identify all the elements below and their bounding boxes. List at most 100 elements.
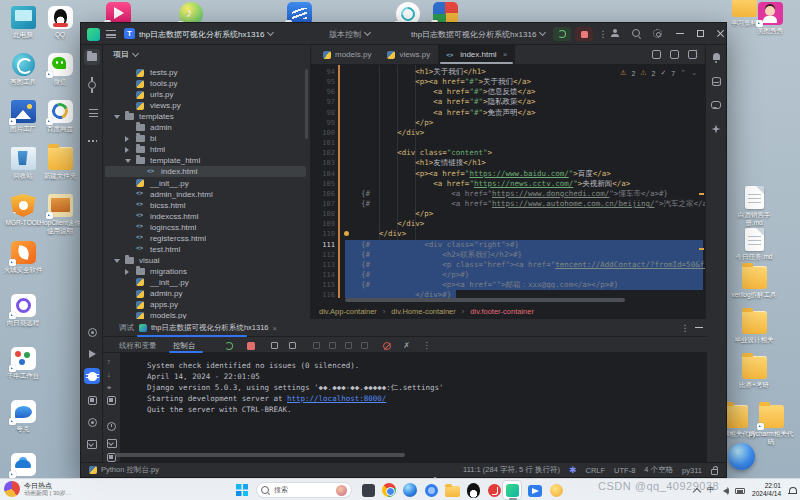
view-breakpoints-icon[interactable] xyxy=(287,340,298,351)
tree-item[interactable]: template_html xyxy=(103,155,310,166)
structure-tool-icon[interactable] xyxy=(84,105,100,121)
evaluate-icon[interactable]: ✗ xyxy=(401,340,412,351)
console-output[interactable]: System check identified no issues (0 sil… xyxy=(121,353,707,464)
desktop-icon[interactable]: QQ xyxy=(37,6,83,39)
tree-item[interactable]: bi xyxy=(103,133,310,144)
desktop-icon[interactable]: HopClient迷你 使用说明 xyxy=(37,194,83,235)
vcs-menu[interactable]: 版本控制 xyxy=(329,23,370,45)
edge-browser-ball[interactable] xyxy=(728,443,755,470)
tree-item[interactable]: <>admin_index.html xyxy=(103,189,310,200)
tree-item[interactable]: apps.py xyxy=(103,299,310,310)
database-tool-icon[interactable] xyxy=(708,73,724,89)
file-explorer-icon[interactable] xyxy=(444,482,460,498)
editor-hscrollbar[interactable] xyxy=(345,298,625,302)
project-tool-icon[interactable] xyxy=(84,49,100,65)
step-icon[interactable] xyxy=(269,340,280,351)
debug-tool-icon[interactable] xyxy=(84,368,100,384)
debug-panel-title[interactable]: 调试 xyxy=(119,323,134,333)
code-area[interactable]: 94 <h1>关于我们</h1>95 <p><a href="#">关于我们</… xyxy=(311,65,707,298)
tab-views.py[interactable]: views.py xyxy=(379,45,438,64)
tree-item[interactable]: visual xyxy=(103,255,310,266)
notifications-bell-icon[interactable] xyxy=(708,49,724,65)
rerun-debug-button[interactable] xyxy=(553,27,571,41)
taskbar-search[interactable]: 搜索 xyxy=(256,482,352,498)
search-icon[interactable] xyxy=(630,28,642,40)
plugins-tool-icon[interactable] xyxy=(708,121,724,137)
desktop-icon[interactable]: 百度网盘 xyxy=(37,100,83,133)
console-hscrollbar[interactable] xyxy=(115,453,405,457)
status-icon[interactable]: ✱ xyxy=(569,465,577,475)
tree-item[interactable]: views.py xyxy=(103,100,310,111)
meeting-app-icon[interactable] xyxy=(527,482,543,498)
down-stack-icon[interactable]: ↓ xyxy=(107,370,117,380)
profiler-tool-icon[interactable] xyxy=(84,414,100,430)
mute-breakpoints-icon[interactable] xyxy=(381,340,392,351)
up-stack-icon[interactable]: ↑ xyxy=(107,357,117,367)
qq-icon[interactable] xyxy=(465,482,481,498)
desktop-icon[interactable]: 比赛+考研 xyxy=(731,356,777,389)
tree-item[interactable]: html xyxy=(103,144,310,155)
interpreter[interactable]: py311 xyxy=(682,466,702,475)
refresh-tool-icon[interactable] xyxy=(84,324,100,340)
rerun-icon[interactable] xyxy=(223,340,234,351)
commit-tool-icon[interactable] xyxy=(84,77,100,93)
battery-icon[interactable] xyxy=(735,488,745,494)
tab-console[interactable]: 控制台 xyxy=(173,341,196,351)
lock-icon[interactable] xyxy=(711,466,718,475)
desktop-icon[interactable]: 夸克 xyxy=(0,400,46,433)
tree-scrollbar[interactable] xyxy=(305,69,308,139)
breadcrumb-item[interactable]: div.Home-container xyxy=(391,307,455,316)
tree-item[interactable]: <>index.html xyxy=(103,166,310,177)
volume-icon[interactable] xyxy=(723,488,728,494)
tabbar-menu-icon[interactable]: ⋮ xyxy=(692,48,701,58)
app-yellow-icon[interactable] xyxy=(548,482,564,498)
project-panel-header[interactable]: 项目 xyxy=(113,49,138,60)
indent-style[interactable]: 4 个空格 xyxy=(644,465,673,475)
softwrap-icon[interactable] xyxy=(107,439,117,449)
close-button[interactable] xyxy=(714,28,726,40)
line-separator[interactable]: CRLF xyxy=(586,466,606,475)
run-tool-icon[interactable] xyxy=(84,346,100,362)
tree-item[interactable]: __init__.py xyxy=(103,178,310,189)
taskbar-clock[interactable]: 22:012024/4/14 xyxy=(752,482,781,498)
desktop-icon[interactable]: 微信 xyxy=(37,53,83,86)
desktop-icon[interactable]: 新建文件夹 xyxy=(37,147,83,180)
tree-item[interactable]: urls.py xyxy=(103,89,310,100)
user-icon[interactable] xyxy=(609,28,621,40)
settings-gear-icon[interactable] xyxy=(651,28,663,40)
taskbar-hotspot-widget[interactable]: 今日热点动画新闻 | 30岁… xyxy=(4,481,72,497)
encoding[interactable]: UTF-8 xyxy=(614,466,635,475)
intention-bulb-icon[interactable] xyxy=(344,231,349,236)
desktop-icon[interactable]: 火绒安全软件 xyxy=(0,241,46,274)
minimize-button[interactable] xyxy=(674,28,686,40)
desktop-icon[interactable]: 千牛工作台 xyxy=(0,347,46,380)
tree-item[interactable]: <>bicss.html xyxy=(103,200,310,211)
toolbar-more-icon[interactable]: ⋮ xyxy=(421,340,432,351)
tree-item[interactable]: __init__.py xyxy=(103,277,310,288)
inspections-widget[interactable]: ⚠2 ⚠2 ✓7 ⌃⌄ xyxy=(620,69,697,77)
app-blue-icon[interactable] xyxy=(423,482,439,498)
desktop-icon[interactable]: 今日任务.md xyxy=(731,228,777,261)
tree-item[interactable]: admin.py xyxy=(103,288,310,299)
services-tool-icon[interactable] xyxy=(84,392,100,408)
stop-icon[interactable] xyxy=(245,340,256,351)
tree-item[interactable]: tools.py xyxy=(103,78,310,89)
tab-index.html[interactable]: <>index.html× xyxy=(438,45,515,64)
terminal-tool-icon[interactable] xyxy=(84,436,100,452)
stop-button[interactable] xyxy=(575,27,593,41)
more-tools-icon[interactable] xyxy=(84,133,100,149)
notification-bell-icon[interactable] xyxy=(788,486,796,495)
taskview-icon[interactable] xyxy=(360,482,376,498)
start-button[interactable] xyxy=(234,482,250,498)
ai-assistant-icon[interactable] xyxy=(708,97,724,113)
edge-icon[interactable] xyxy=(402,482,418,498)
breadcrumb-item[interactable]: div.footer-container xyxy=(470,307,534,316)
project-title[interactable]: thp日志数据可视化分析系统hx1316 xyxy=(139,23,273,45)
debug-more-icon[interactable]: ⋮ xyxy=(679,322,691,334)
desktop-icon[interactable]: 向日葵远程 xyxy=(0,294,46,327)
tree-item[interactable]: models.py xyxy=(103,310,310,319)
chrome-icon[interactable] xyxy=(381,482,397,498)
tree-item[interactable]: <>test.html xyxy=(103,244,310,255)
breadcrumb-item[interactable]: div.App-container xyxy=(319,307,377,316)
caret-position[interactable]: 111:1 (284 字符, 5 行 换行符) xyxy=(463,465,560,475)
